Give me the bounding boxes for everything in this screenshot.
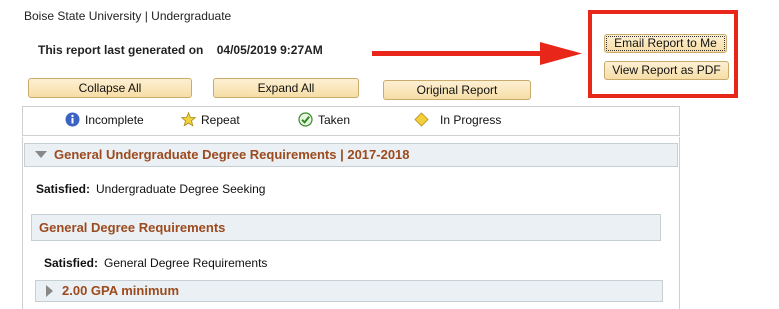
original-report-button[interactable]: Original Report: [383, 80, 531, 100]
email-report-button[interactable]: Email Report to Me: [604, 34, 727, 53]
annotation-arrow-icon: [372, 42, 582, 65]
check-icon: [298, 112, 313, 127]
legend-in-progress: In Progress: [414, 112, 501, 127]
legend-incomplete: Incomplete: [65, 112, 144, 127]
status-text: General Degree Requirements: [104, 256, 268, 270]
institution-title: Boise State University | Undergraduate: [24, 9, 232, 23]
report-generated-line: This report last generated on 04/05/2019…: [38, 43, 323, 57]
status-line-general: Satisfied: General Degree Requirements: [44, 256, 267, 270]
view-pdf-button[interactable]: View Report as PDF: [604, 61, 729, 80]
section-header-gpa-minimum[interactable]: 2.00 GPA minimum: [35, 280, 663, 302]
status-label: Satisfied:: [44, 256, 99, 270]
generated-label: This report last generated on: [38, 43, 204, 57]
legend-repeat-label: Repeat: [201, 112, 240, 127]
status-label: Satisfied:: [36, 182, 91, 196]
legend-taken: Taken: [298, 112, 350, 127]
annotation-highlight-box: [588, 10, 738, 98]
info-icon: [65, 112, 80, 127]
section-header-undergrad-requirements[interactable]: General Undergraduate Degree Requirement…: [24, 143, 678, 167]
collapse-all-button[interactable]: Collapse All: [28, 78, 192, 98]
expand-triangle-icon[interactable]: [46, 285, 53, 297]
status-text: Undergraduate Degree Seeking: [96, 182, 266, 196]
section-header-general-degree[interactable]: General Degree Requirements: [31, 214, 661, 241]
status-line-undergrad: Satisfied: Undergraduate Degree Seeking: [36, 182, 265, 196]
legend-in-progress-label: In Progress: [440, 112, 502, 127]
collapse-triangle-icon[interactable]: [35, 151, 47, 158]
legend-incomplete-label: Incomplete: [85, 112, 144, 127]
legend-bar: Incomplete Repeat Taken In Progress: [22, 106, 680, 136]
legend-repeat: Repeat: [181, 112, 240, 127]
star-icon: [181, 112, 196, 127]
expand-all-button[interactable]: Expand All: [213, 78, 359, 98]
diamond-icon: [414, 112, 429, 127]
generated-time: 9:27AM: [280, 43, 323, 57]
generated-date: 04/05/2019: [216, 43, 277, 57]
legend-taken-label: Taken: [318, 112, 351, 127]
